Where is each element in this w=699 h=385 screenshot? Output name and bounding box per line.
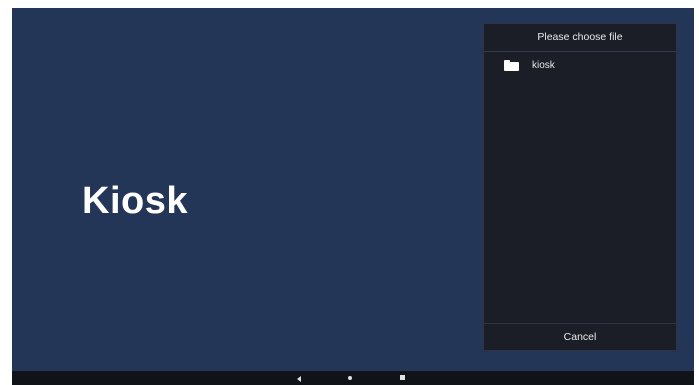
file-chooser-dialog: Please choose file kiosk [483, 23, 677, 336]
cancel-button[interactable]: Cancel [483, 323, 677, 351]
screen: Kiosk Please choose file kiosk Cancel [12, 8, 694, 385]
recents-icon[interactable] [400, 375, 405, 380]
dialog-title: Please choose file [484, 24, 676, 52]
app-title: Kiosk [82, 180, 188, 222]
home-icon[interactable] [348, 376, 352, 380]
navigation-bar [12, 371, 694, 385]
file-item-label: kiosk [532, 59, 555, 71]
folder-icon [504, 59, 519, 71]
back-icon[interactable] [297, 376, 301, 382]
list-item-kiosk-folder[interactable]: kiosk [484, 52, 676, 78]
